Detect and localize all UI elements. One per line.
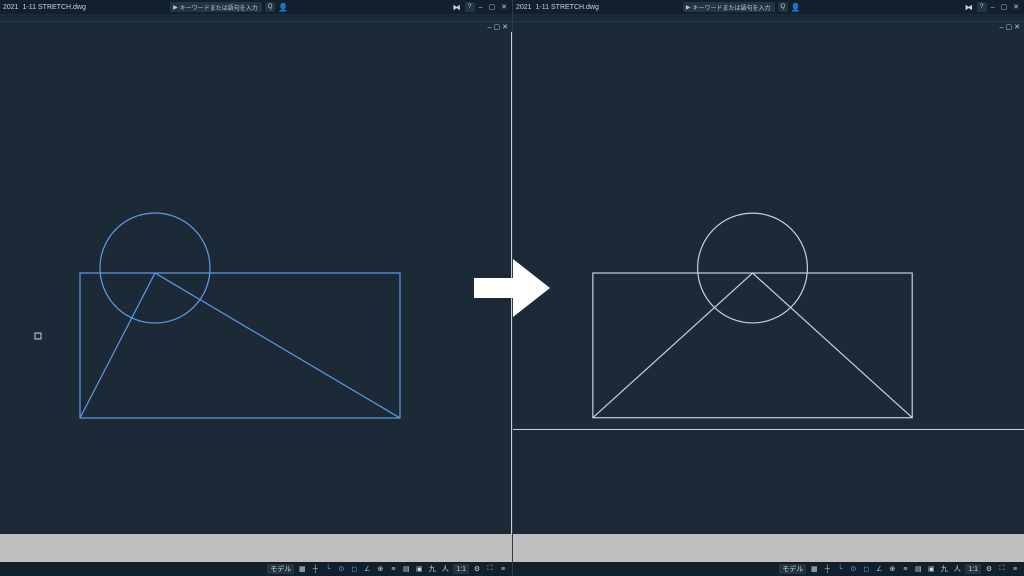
cycle-icon[interactable]: ▣ [926, 564, 936, 574]
help-icon: ? [468, 4, 471, 10]
left-ribbon [0, 14, 512, 22]
ortho-icon[interactable]: └ [323, 564, 333, 574]
right-ribbon [513, 14, 1024, 22]
doc-restore-icon[interactable]: ▢ [494, 23, 501, 31]
window-controls[interactable]: – ▢ ✕ [991, 3, 1021, 11]
dyn-icon[interactable]: ⊕ [375, 564, 385, 574]
trans-icon[interactable]: ▤ [913, 564, 923, 574]
search-button[interactable]: Q [778, 2, 788, 12]
left-statusbar: モデル ▦ ┼ └ ⊙ ◻ ∠ ⊕ ≡ ▤ ▣ 九 人 1:1 ⚙ ⛶ ≡ [0, 562, 512, 576]
dash2-icon[interactable]: 人 [952, 564, 962, 574]
doc-minimize-icon[interactable]: – [488, 24, 492, 31]
scale-label[interactable]: 1:1 [453, 564, 469, 574]
search-icon: Q [780, 4, 785, 10]
polar-icon[interactable]: ⊙ [336, 564, 346, 574]
close-icon[interactable]: ✕ [1013, 4, 1021, 11]
dash2-icon[interactable]: 人 [440, 564, 450, 574]
snap-icon[interactable]: ┼ [310, 564, 320, 574]
share-icon[interactable]: ⧓ [453, 3, 461, 12]
left-canvas[interactable] [0, 32, 512, 534]
search-placeholder: キーワードまたは語句を入力 [180, 3, 258, 12]
osnap-icon[interactable]: ◻ [861, 564, 871, 574]
rectangle[interactable] [593, 273, 912, 418]
file-label: 1-11 STRETCH.dwg [536, 4, 599, 11]
help-button[interactable]: ? [977, 2, 987, 12]
doc-minimize-icon[interactable]: – [1000, 24, 1004, 31]
triangle[interactable] [80, 273, 400, 418]
minimize-icon[interactable]: – [991, 4, 997, 11]
otrack-icon[interactable]: ∠ [874, 564, 884, 574]
file-label: 1-11 STRETCH.dwg [23, 4, 86, 11]
left-pane: 2021 1-11 STRETCH.dwg ▶ キーワードまたは語句を入力 Q … [0, 0, 512, 576]
dash1-icon[interactable]: 九 [427, 564, 437, 574]
right-pane: 2021 1-11 STRETCH.dwg ▶ キーワードまたは語句を入力 Q … [512, 0, 1024, 576]
triangle[interactable] [593, 273, 912, 418]
max-icon[interactable]: ⛶ [485, 564, 495, 574]
lwt-icon[interactable]: ≡ [388, 564, 398, 574]
cycle-icon[interactable]: ▣ [414, 564, 424, 574]
menu-icon[interactable]: ≡ [498, 564, 508, 574]
version-label: 2021 [516, 4, 532, 11]
right-margin [513, 534, 1024, 562]
maximize-icon[interactable]: ▢ [1001, 4, 1010, 11]
otrack-icon[interactable]: ∠ [362, 564, 372, 574]
maximize-icon[interactable]: ▢ [489, 4, 498, 11]
search-input[interactable]: ▶ キーワードまたは語句を入力 [683, 2, 775, 12]
search-placeholder: キーワードまたは語句を入力 [692, 3, 770, 12]
scale-label[interactable]: 1:1 [965, 564, 981, 574]
doc-close-icon[interactable]: ✕ [502, 23, 508, 31]
share-icon[interactable]: ⧓ [965, 3, 973, 12]
menu-icon[interactable]: ≡ [1010, 564, 1020, 574]
grid-icon[interactable]: ▦ [809, 564, 819, 574]
left-doc-controls[interactable]: – ▢ ✕ [0, 22, 512, 32]
left-margin [0, 534, 512, 562]
window-controls[interactable]: – ▢ ✕ [479, 3, 509, 11]
right-titlebar: 2021 1-11 STRETCH.dwg ▶ キーワードまたは語句を入力 Q … [513, 0, 1024, 14]
polar-icon[interactable]: ⊙ [848, 564, 858, 574]
trans-icon[interactable]: ▤ [401, 564, 411, 574]
right-statusbar: モデル ▦ ┼ └ ⊙ ◻ ∠ ⊕ ≡ ▤ ▣ 九 人 1:1 ⚙ ⛶ ≡ [513, 562, 1024, 576]
circle[interactable] [698, 213, 808, 323]
doc-close-icon[interactable]: ✕ [1014, 23, 1020, 31]
help-icon: ? [980, 4, 983, 10]
model-tab[interactable]: モデル [267, 564, 294, 574]
grid-icon[interactable]: ▦ [297, 564, 307, 574]
lwt-icon[interactable]: ≡ [900, 564, 910, 574]
right-drawing[interactable] [513, 32, 1024, 534]
model-tab[interactable]: モデル [779, 564, 806, 574]
close-icon[interactable]: ✕ [501, 4, 509, 11]
version-label: 2021 [3, 4, 19, 11]
help-button[interactable]: ? [465, 2, 475, 12]
snap-icon[interactable]: ┼ [822, 564, 832, 574]
user-icon[interactable]: 👤 [791, 3, 801, 12]
user-icon[interactable]: 👤 [278, 3, 288, 12]
left-titlebar: 2021 1-11 STRETCH.dwg ▶ キーワードまたは語句を入力 Q … [0, 0, 512, 14]
left-drawing[interactable] [0, 32, 512, 534]
gear-icon[interactable]: ⚙ [472, 564, 482, 574]
search-input[interactable]: ▶ キーワードまたは語句を入力 [170, 2, 262, 12]
dyn-icon[interactable]: ⊕ [887, 564, 897, 574]
right-canvas[interactable] [513, 32, 1024, 534]
search-icon: Q [268, 4, 273, 10]
osnap-icon[interactable]: ◻ [349, 564, 359, 574]
rectangle[interactable] [80, 273, 400, 418]
right-doc-controls[interactable]: – ▢ ✕ [513, 22, 1024, 32]
crosshair-horizontal [513, 429, 1024, 430]
minimize-icon[interactable]: – [479, 4, 485, 11]
max-icon[interactable]: ⛶ [997, 564, 1007, 574]
gear-icon[interactable]: ⚙ [984, 564, 994, 574]
ortho-icon[interactable]: └ [835, 564, 845, 574]
search-button[interactable]: Q [265, 2, 275, 12]
dash1-icon[interactable]: 九 [939, 564, 949, 574]
circle[interactable] [100, 213, 210, 323]
crosshair-vertical [511, 32, 512, 534]
doc-restore-icon[interactable]: ▢ [1006, 23, 1013, 31]
pickbox-cursor [35, 333, 41, 339]
